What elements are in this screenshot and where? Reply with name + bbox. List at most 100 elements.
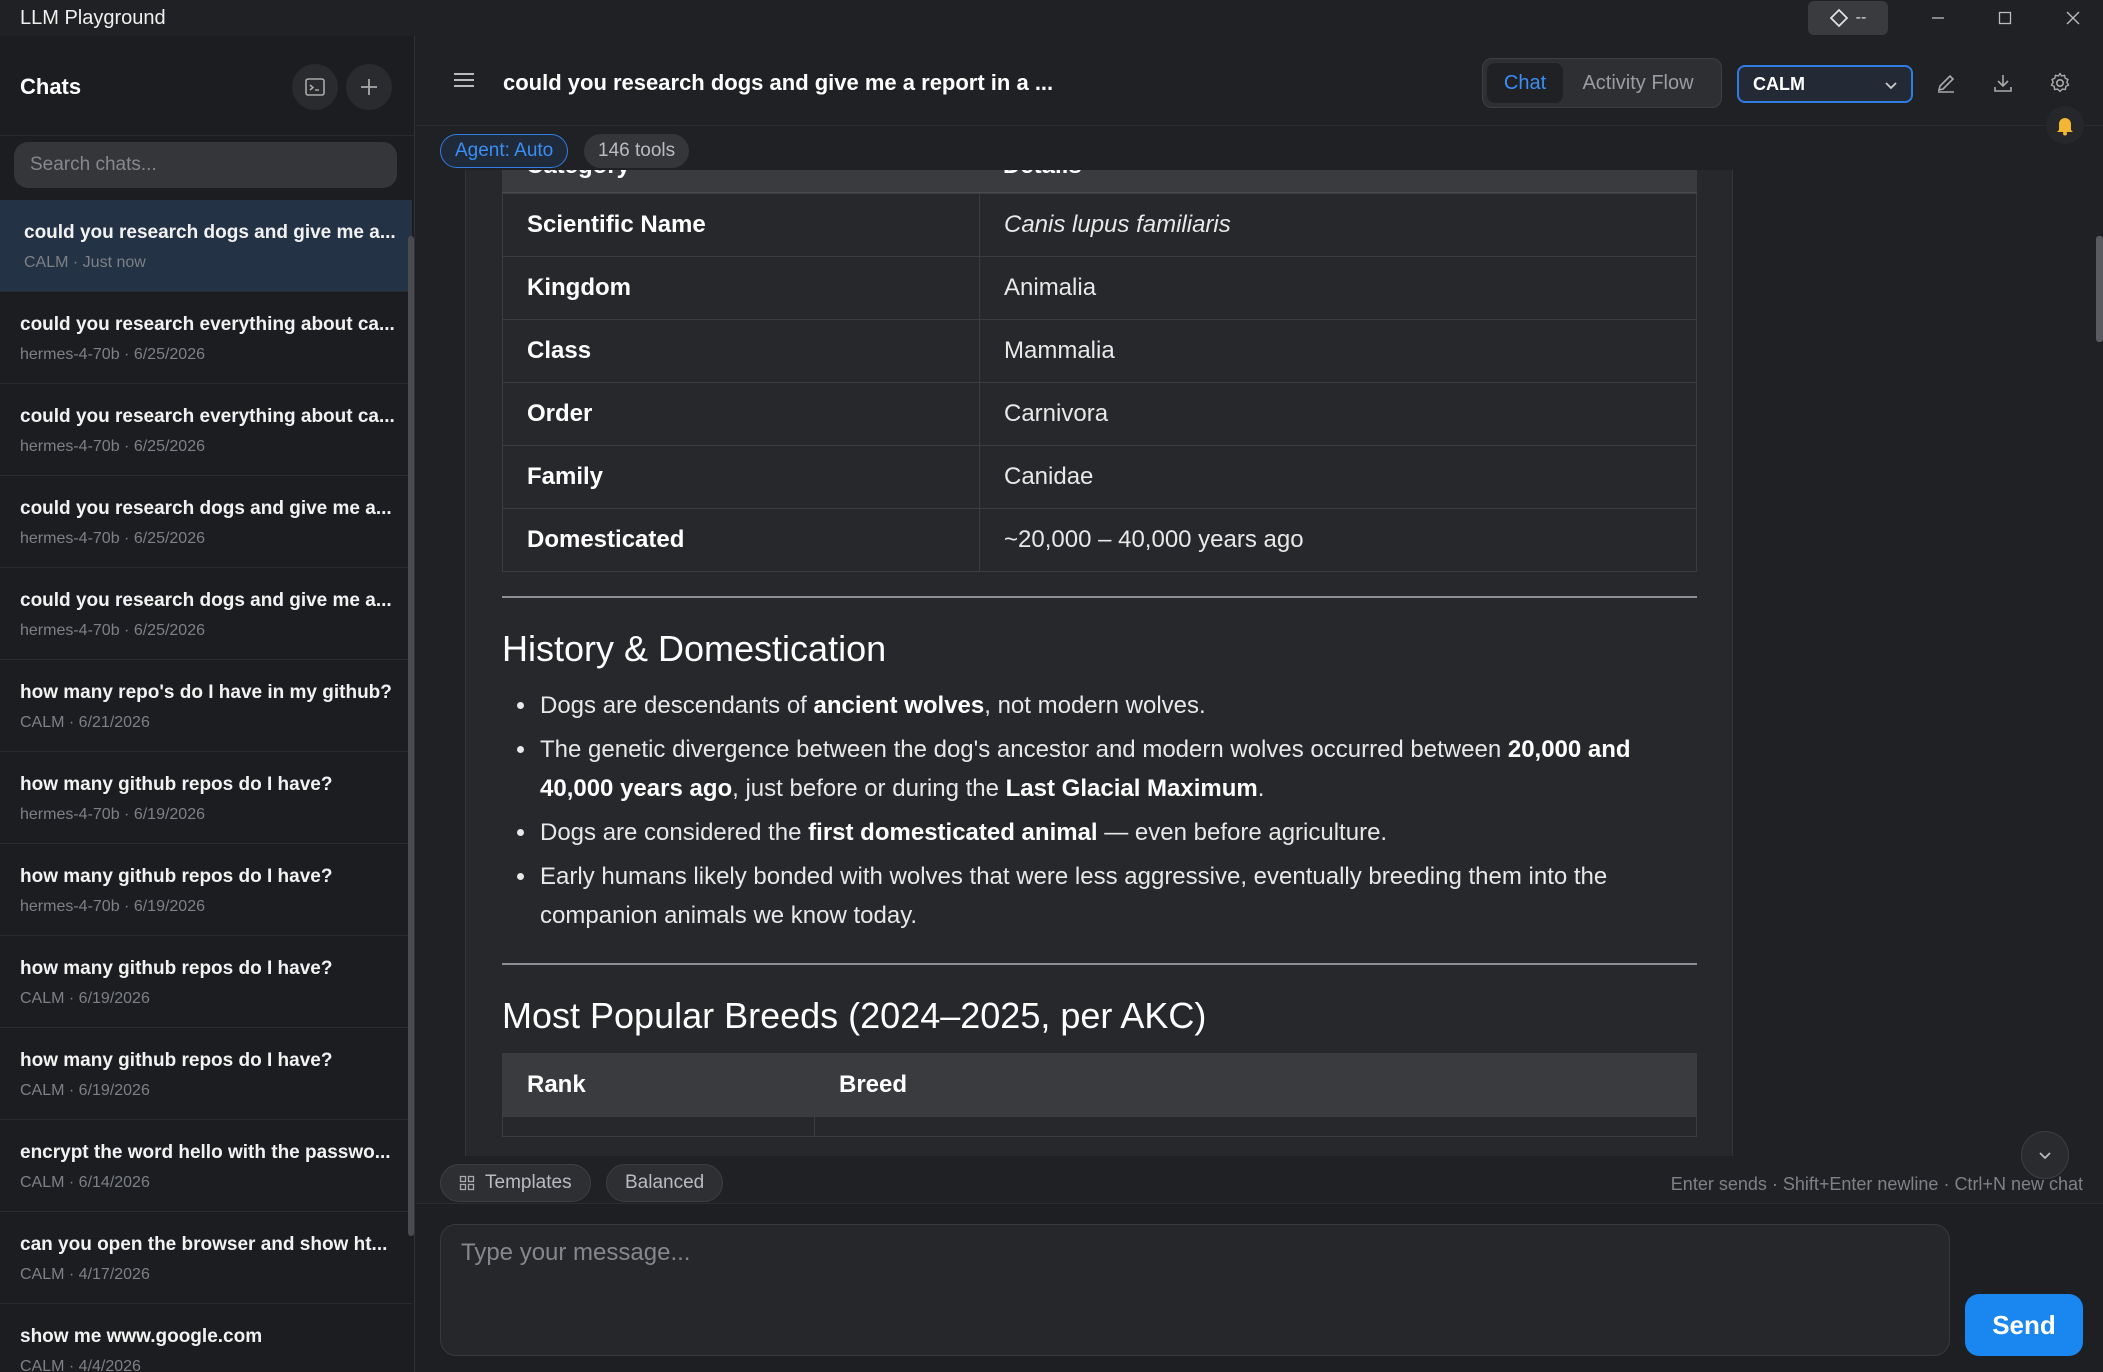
chat-list-item[interactable]: could you research dogs and give me a...… — [0, 476, 412, 568]
breeds-table: Rank Breed — [502, 1053, 1697, 1137]
table-row: Scientific Name Canis lupus familiaris — [502, 193, 1697, 257]
table-header-row: Rank Breed — [502, 1053, 1697, 1117]
diamond-icon — [1829, 9, 1848, 27]
sidebar-scrollbar[interactable] — [408, 236, 414, 1236]
table-header-rank: Rank — [502, 1053, 815, 1117]
tab-activity-flow[interactable]: Activity Flow — [1563, 63, 1713, 103]
chat-list-item[interactable]: could you research dogs and give me a...… — [0, 568, 412, 660]
message-input[interactable] — [440, 1224, 1950, 1356]
table-cell — [814, 1116, 1697, 1137]
report-content: Category Details Scientific Name Canis l… — [502, 170, 1697, 1137]
chat-list-item[interactable]: could you research everything about ca..… — [0, 384, 412, 476]
chat-item-title: how many github repos do I have? — [20, 1050, 333, 1071]
send-button[interactable]: Send — [1965, 1294, 2083, 1356]
pencil-icon — [1937, 74, 1955, 93]
chat-item-meta: hermes-4-70b · 6/25/2026 — [20, 530, 205, 547]
chat-item-meta: CALM · 6/14/2026 — [20, 1174, 150, 1191]
list-bold-text: Last Glacial Maximum — [1005, 775, 1258, 802]
chat-list-item[interactable]: how many github repos do I have? hermes-… — [0, 844, 412, 936]
table-cell-key: Domesticated — [502, 508, 980, 572]
assistant-message: Category Details Scientific Name Canis l… — [465, 170, 1733, 1156]
templates-button[interactable]: Templates — [440, 1164, 591, 1202]
classification-table-header: Category Details — [502, 170, 1697, 193]
history-heading: History & Domestication — [502, 628, 887, 669]
new-chat-button[interactable] — [346, 64, 392, 110]
table-row: Order Carnivora — [502, 382, 1697, 446]
chat-list-item[interactable]: how many github repos do I have? hermes-… — [0, 752, 412, 844]
classification-table: Scientific Name Canis lupus familiaris K… — [502, 193, 1697, 572]
extension-label: -- — [1855, 9, 1867, 26]
model-select-value: CALM — [1753, 73, 1805, 94]
menu-toggle-button[interactable] — [450, 66, 478, 94]
chat-list-item[interactable]: could you research everything about ca..… — [0, 292, 412, 384]
list-text: . — [1257, 775, 1265, 802]
chat-item-title: how many github repos do I have? — [20, 958, 333, 979]
edit-button[interactable] — [1925, 62, 1967, 104]
table-cell-value: Canidae — [979, 445, 1697, 509]
table-row: Family Canidae — [502, 445, 1697, 509]
chat-item-title: could you research dogs and give me a... — [20, 498, 392, 519]
close-window-button[interactable] — [2043, 0, 2103, 36]
maximize-button[interactable] — [1975, 0, 2035, 36]
hamburger-icon — [454, 73, 474, 87]
minimize-icon — [1932, 17, 1944, 19]
sidebar: Chats could you research dogs and give m… — [0, 36, 415, 1372]
close-icon — [2066, 11, 2080, 25]
table-cell-key: Class — [502, 319, 980, 383]
chat-item-title: could you research dogs and give me a... — [24, 222, 396, 243]
chat-item-meta: CALM · 4/4/2026 — [20, 1358, 141, 1372]
agent-mode-chip[interactable]: Agent: Auto — [440, 134, 569, 168]
table-header-breed: Breed — [814, 1053, 1697, 1117]
table-cell-value: ~20,000 – 40,000 years ago — [979, 508, 1697, 572]
notifications-button[interactable] — [2046, 106, 2084, 144]
chat-item-meta: hermes-4-70b · 6/19/2026 — [20, 898, 205, 915]
tab-chat[interactable]: Chat — [1487, 63, 1563, 103]
chat-item-meta: hermes-4-70b · 6/25/2026 — [20, 622, 205, 639]
chat-list-item[interactable]: can you open the browser and show ht... … — [0, 1212, 412, 1304]
table-cell-key: Scientific Name — [502, 193, 980, 257]
extension-pill[interactable]: -- — [1808, 1, 1888, 35]
table-header-details: Details — [1003, 170, 1082, 180]
sidebar-title: Chats — [20, 74, 82, 99]
chat-list-item[interactable]: show me www.google.com CALM · 4/4/2026 — [0, 1304, 412, 1372]
app-title: LLM Playground — [20, 6, 166, 29]
chat-list-item[interactable]: how many github repos do I have? CALM · … — [0, 936, 412, 1028]
table-row: Domesticated ~20,000 – 40,000 years ago — [502, 508, 1697, 572]
chat-title: could you research dogs and give me a re… — [503, 70, 1054, 95]
chat-item-title: could you research everything about ca..… — [20, 406, 395, 427]
chat-list-item[interactable]: encrypt the word hello with the passwo..… — [0, 1120, 412, 1212]
chat-item-title: show me www.google.com — [20, 1326, 263, 1347]
breeds-heading: Most Popular Breeds (2024–2025, per AKC) — [502, 995, 1207, 1036]
chat-item-meta: CALM · 6/21/2026 — [20, 714, 150, 731]
chat-item-title: encrypt the word hello with the passwo..… — [20, 1142, 391, 1163]
keyboard-hint: Enter sends · Shift+Enter newline · Ctrl… — [1670, 1174, 2083, 1194]
table-row: Kingdom Animalia — [502, 256, 1697, 320]
table-cell — [502, 1116, 815, 1137]
settings-button[interactable] — [2039, 62, 2081, 104]
chat-list-item[interactable]: how many github repos do I have? CALM · … — [0, 1028, 412, 1120]
table-cell-value: Mammalia — [979, 319, 1697, 383]
chat-list-item[interactable]: could you research dogs and give me a...… — [0, 200, 412, 292]
download-button[interactable] — [1982, 62, 2024, 104]
chat-item-title: how many github repos do I have? — [20, 866, 333, 887]
templates-label: Templates — [485, 1172, 572, 1193]
balanced-mode-button[interactable]: Balanced — [606, 1164, 724, 1202]
list-item: Dogs are considered the first domesticat… — [538, 813, 1697, 852]
chat-item-meta: hermes-4-70b · 6/25/2026 — [20, 346, 205, 363]
list-item: The genetic divergence between the dog's… — [538, 730, 1697, 808]
list-text: , not modern wolves. — [984, 692, 1206, 719]
terminal-button[interactable] — [292, 64, 338, 110]
title-bar: LLM Playground -- — [0, 0, 2103, 36]
list-text: Dogs are considered the — [540, 819, 809, 846]
sidebar-header: Chats — [0, 36, 414, 136]
section-divider — [502, 596, 1697, 598]
search-chats-input[interactable] — [14, 142, 397, 188]
chat-item-title: how many repo's do I have in my github? — [20, 682, 392, 703]
tools-count-chip[interactable]: 146 tools — [584, 134, 690, 168]
chat-list-item[interactable]: how many repo's do I have in my github? … — [0, 660, 412, 752]
main-scrollbar[interactable] — [2096, 236, 2103, 342]
chat-item-meta: CALM · 6/19/2026 — [20, 1082, 150, 1099]
model-select[interactable]: CALM — [1737, 65, 1913, 103]
minimize-button[interactable] — [1908, 0, 1968, 36]
chat-item-title: could you research everything about ca..… — [20, 314, 395, 335]
